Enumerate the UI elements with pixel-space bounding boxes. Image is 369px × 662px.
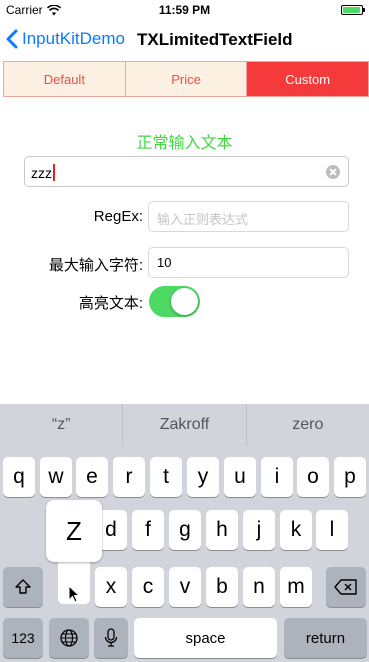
microphone-key[interactable] (94, 618, 128, 658)
back-button[interactable]: InputKitDemo (6, 29, 125, 49)
max-chars-value: 10 (157, 255, 172, 270)
status-bar: Carrier 11:59 PM (0, 0, 369, 20)
space-key[interactable]: space (134, 618, 277, 658)
backspace-icon (334, 579, 357, 595)
suggestion-item[interactable]: “z” (0, 404, 124, 446)
shift-key[interactable] (3, 567, 43, 607)
key-u[interactable]: u (224, 457, 256, 497)
shift-icon (15, 579, 31, 594)
segment-custom[interactable]: Custom (247, 62, 369, 96)
suggestion-item[interactable]: Zakroff (123, 404, 247, 446)
key-q[interactable]: q (3, 457, 35, 497)
numbers-key[interactable]: 123 (3, 618, 43, 658)
highlight-toggle[interactable] (149, 286, 200, 317)
key-l[interactable]: l (316, 510, 348, 550)
delete-key[interactable] (326, 567, 366, 607)
suggestion-bar: “z” Zakroff zero (0, 404, 369, 446)
regex-input[interactable]: 输入正则表达式 (148, 201, 349, 232)
clear-icon[interactable] (326, 165, 340, 179)
max-chars-input[interactable]: 10 (148, 247, 349, 278)
navigation-bar: InputKitDemo TXLimitedTextField (0, 20, 369, 60)
segment-price[interactable]: Price (125, 62, 248, 96)
section-title: 正常输入文本 (136, 135, 233, 152)
text-field-content: zzz (31, 164, 55, 181)
key-b[interactable]: b (206, 567, 238, 607)
key-o[interactable]: o (297, 457, 329, 497)
back-button-label: InputKitDemo (22, 29, 125, 48)
segment-default[interactable]: Default (4, 62, 126, 96)
key-r[interactable]: r (113, 457, 145, 497)
key-c[interactable]: c (132, 567, 164, 607)
battery-icon (341, 5, 365, 15)
return-key[interactable]: return (284, 618, 367, 658)
key-v[interactable]: v (169, 567, 201, 607)
regex-placeholder: 输入正则表达式 (157, 212, 249, 227)
key-m[interactable]: m (280, 567, 312, 607)
key-g[interactable]: g (169, 510, 201, 550)
highlight-label: 高亮文本: (78, 295, 143, 312)
text-field-value: zzz (31, 165, 52, 181)
key-t[interactable]: t (150, 457, 182, 497)
key-f[interactable]: f (132, 510, 164, 550)
globe-icon (60, 629, 78, 647)
text-caret (53, 164, 55, 181)
key-x[interactable]: x (95, 567, 127, 607)
status-time: 11:59 PM (158, 3, 211, 17)
limited-text-field[interactable]: zzz (24, 156, 349, 187)
globe-key[interactable] (49, 618, 89, 658)
key-k[interactable]: k (280, 510, 312, 550)
key-y[interactable]: y (187, 457, 219, 497)
segmented-control: Default Price Custom (3, 61, 369, 97)
max-chars-label: 最大输入字符: (48, 257, 143, 274)
mouse-cursor-icon (68, 585, 80, 603)
nav-title: TXLimitedTextField (137, 30, 293, 49)
regex-label: RegEx: (93, 208, 143, 225)
key-j[interactable]: j (243, 510, 275, 550)
microphone-icon (104, 628, 118, 647)
key-n[interactable]: n (243, 567, 275, 607)
key-e[interactable]: e (76, 457, 108, 497)
suggestion-item[interactable]: zero (247, 404, 369, 446)
toggle-knob (171, 288, 198, 315)
key-h[interactable]: h (206, 510, 238, 550)
chevron-left-icon (6, 29, 18, 49)
key-popup: Z (46, 500, 102, 562)
key-i[interactable]: i (261, 457, 293, 497)
key-p[interactable]: p (334, 457, 366, 497)
key-w[interactable]: w (40, 457, 72, 497)
